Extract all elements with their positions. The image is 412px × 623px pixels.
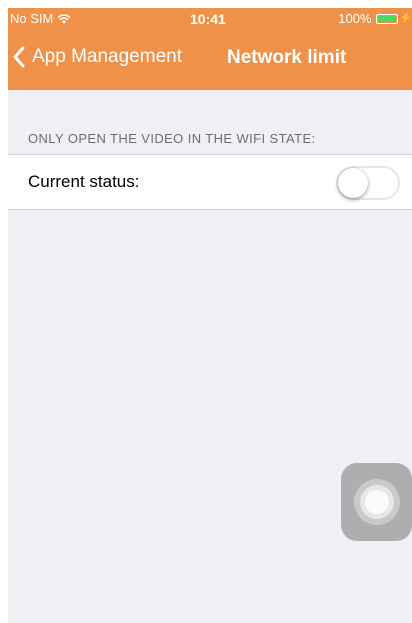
section-header: ONLY OPEN THE VIDEO IN THE WIFI STATE: — [28, 131, 316, 146]
current-status-row: Current status: — [8, 154, 412, 210]
battery-percent: 100% — [338, 11, 372, 26]
navigation-bar: App Management Network limit — [8, 38, 412, 82]
battery-group: 100% ⚡ — [338, 11, 412, 26]
back-button[interactable]: App Management — [12, 46, 182, 68]
carrier-label: No SIM — [10, 11, 54, 26]
battery-icon — [375, 13, 398, 24]
wifi-only-toggle[interactable] — [336, 166, 400, 200]
page-title: Network limit — [227, 47, 347, 68]
charging-icon: ⚡ — [399, 13, 412, 24]
status-bar: No SIM 10:41 100% ⚡ — [8, 8, 412, 30]
toggle-knob — [338, 168, 368, 198]
back-label: App Management — [32, 46, 182, 67]
assistive-touch-icon — [354, 479, 400, 525]
assistive-touch-button[interactable] — [341, 463, 412, 541]
battery-fill — [377, 15, 396, 22]
wifi-icon — [57, 13, 71, 25]
row-label: Current status: — [28, 172, 140, 191]
carrier-group: No SIM — [10, 11, 71, 26]
assistive-touch-ring — [360, 485, 394, 519]
clock: 10:41 — [190, 11, 226, 27]
assistive-touch-core — [365, 490, 389, 514]
chevron-left-icon — [12, 46, 26, 68]
screen: No SIM 10:41 100% ⚡ App Management Netwo… — [8, 8, 412, 623]
header: No SIM 10:41 100% ⚡ App Management Netwo… — [8, 8, 412, 90]
